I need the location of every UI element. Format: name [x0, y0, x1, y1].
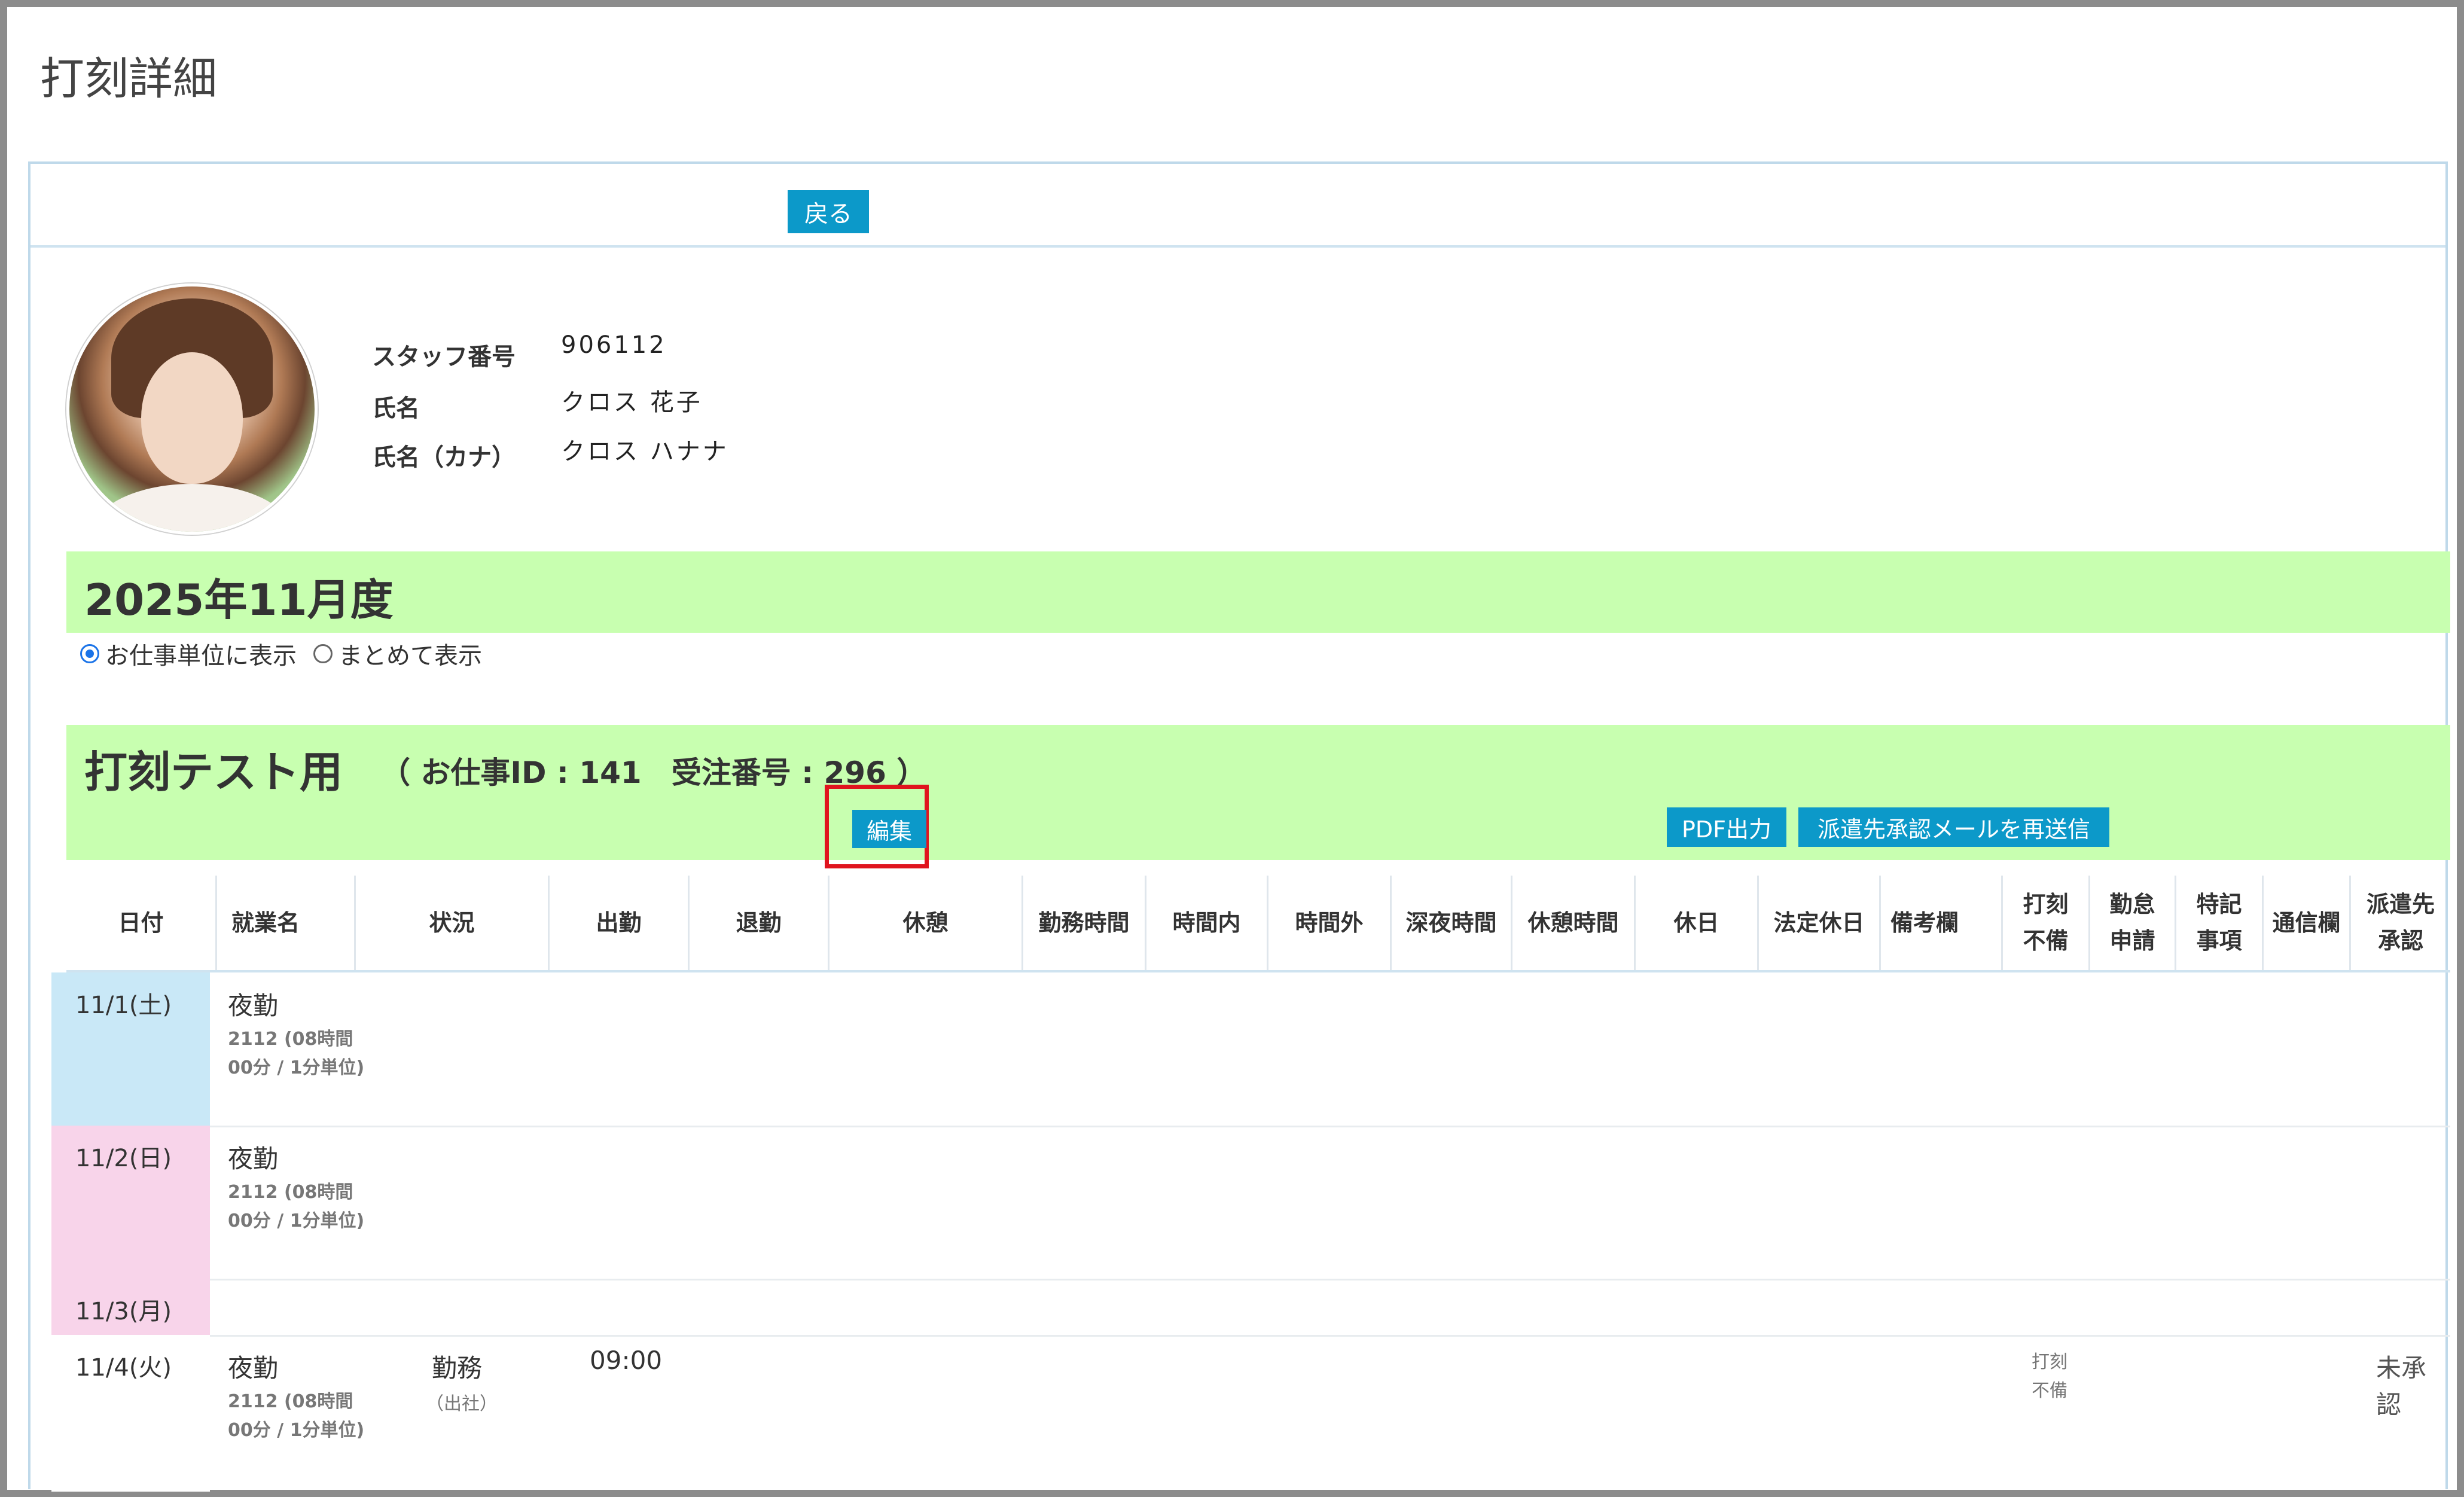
col-remarks: 備考欄 — [1881, 876, 2003, 970]
col-attendance-request: 勤怠 申請 — [2090, 876, 2176, 970]
table-row[interactable]: 11/1(土) 夜勤 2112 (08時間00分 / 1分単位) — [51, 972, 2450, 1127]
view-combined-label[interactable]: まとめて表示 — [339, 636, 482, 671]
month-header: 2025年11月度 — [66, 551, 2450, 633]
col-status: 状況 — [356, 876, 550, 970]
col-in-hours: 時間内 — [1146, 876, 1268, 970]
row-shift-name: 夜勤 — [228, 1353, 279, 1383]
row-punch-missing: 打刻 不備 — [2032, 1352, 2067, 1401]
row-date: 11/1(土) — [51, 972, 210, 1126]
staff-number-label: スタッフ番号 — [372, 343, 516, 371]
row-approval-status: 未承認 — [2376, 1353, 2427, 1419]
edit-button[interactable]: 編集 — [852, 810, 926, 848]
col-night-hours: 深夜時間 — [1392, 876, 1512, 970]
resend-approval-mail-button[interactable]: 派遣先承認メールを再送信 — [1798, 807, 2109, 847]
pdf-output-button[interactable]: PDF出力 — [1667, 807, 1786, 847]
row-date: 11/4(火) — [51, 1335, 210, 1492]
col-shift: 就業名 — [217, 876, 356, 970]
table-header: 日付 就業名 状況 出勤 退勤 休憩 勤務時間 時間内 時間外 深夜時間 休憩時… — [66, 876, 2450, 972]
back-button[interactable]: 戻る — [788, 190, 869, 233]
month-title: 2025年11月度 — [84, 575, 394, 625]
row-shift-name: 夜勤 — [228, 1144, 279, 1173]
col-communication: 通信欄 — [2264, 876, 2351, 970]
view-by-job-label[interactable]: お仕事単位に表示 — [105, 636, 297, 671]
col-legal-holiday: 法定休日 — [1759, 876, 1881, 970]
staff-name-label: 氏名 — [372, 395, 420, 422]
job-title: 打刻テスト用 — [84, 747, 343, 797]
avatar-face — [141, 352, 243, 484]
row-date: 11/2(日) — [51, 1126, 210, 1279]
staff-name-value: クロス 花子 — [561, 389, 703, 416]
staff-kana-label: 氏名（カナ） — [372, 444, 516, 471]
row-date: 11/3(月) — [51, 1279, 210, 1335]
col-punch-missing: 打刻 不備 — [2003, 876, 2090, 970]
row-clock-in: 09:00 — [590, 1346, 663, 1375]
col-date: 日付 — [66, 876, 217, 970]
col-special-notes: 特記 事項 — [2176, 876, 2264, 970]
detail-panel: 戻る スタッフ番号 906112 氏名 クロス 花子 氏名（カナ） クロス ハナ… — [28, 161, 2450, 1492]
col-client-approval: 派遣先 承認 — [2366, 891, 2435, 954]
table-row[interactable]: 11/2(日) 夜勤 2112 (08時間00分 / 1分単位) — [51, 1126, 2450, 1280]
col-break: 休憩 — [830, 876, 1023, 970]
row-shift-detail: 2112 (08時間00分 / 1分単位) — [228, 1391, 365, 1441]
row-shift-name: 夜勤 — [228, 991, 279, 1020]
row-status: 勤務 — [432, 1353, 483, 1383]
avatar-shoulder — [93, 484, 291, 532]
col-overtime: 時間外 — [1268, 876, 1392, 970]
staff-number-value: 906112 — [561, 331, 667, 359]
col-break-hours: 休憩時間 — [1512, 876, 1636, 970]
col-work-hours: 勤務時間 — [1023, 876, 1146, 970]
row-shift-detail: 2112 (08時間00分 / 1分単位) — [228, 1182, 365, 1231]
col-clock-out: 退勤 — [690, 876, 830, 970]
col-holiday: 休日 — [1636, 876, 1759, 970]
view-mode-radio-group: お仕事単位に表示 まとめて表示 — [80, 636, 482, 671]
table-row[interactable]: 11/3(月) — [51, 1279, 2450, 1337]
col-clock-in: 出勤 — [550, 876, 690, 970]
window-frame: 打刻詳細 戻る スタッフ番号 906112 氏名 クロス 花子 氏名（カナ） ク… — [0, 0, 2464, 1497]
table-row[interactable]: 11/4(火) 夜勤 2112 (08時間00分 / 1分単位) 勤務 （出社）… — [51, 1335, 2450, 1492]
top-toolbar: 戻る — [31, 164, 2445, 248]
row-shift-detail: 2112 (08時間00分 / 1分単位) — [228, 1029, 365, 1078]
row-status-sub: （出社） — [426, 1394, 498, 1414]
staff-kana-value: クロス ハナナ — [561, 438, 729, 465]
view-combined-radio[interactable] — [313, 644, 333, 663]
view-by-job-radio[interactable] — [80, 644, 99, 663]
avatar — [66, 283, 318, 535]
page-title: 打刻詳細 — [40, 53, 217, 105]
